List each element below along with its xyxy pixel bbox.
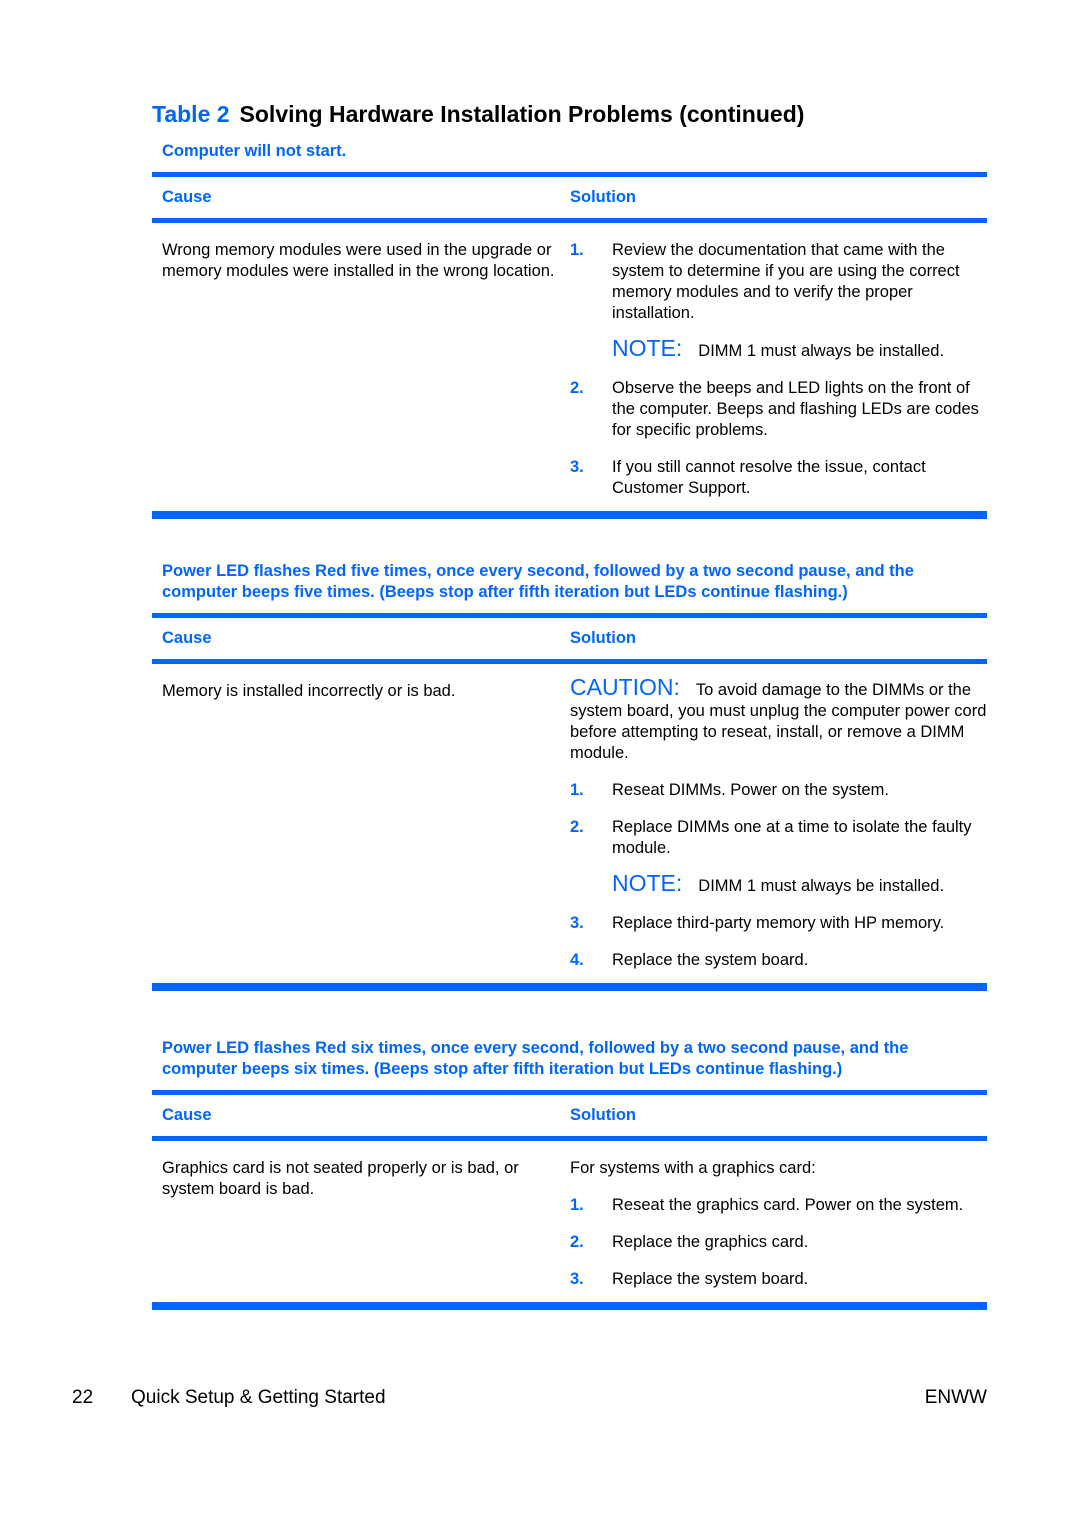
step-number: 3.	[570, 458, 584, 476]
column-header-row: Cause Solution	[152, 618, 987, 659]
note-label: NOTE:	[612, 335, 683, 361]
problem-heading: Computer will not start.	[162, 142, 347, 160]
table-row: Wrong memory modules were used in the up…	[152, 223, 987, 511]
problem-section-computer-will-not-start: Computer will not start. Cause Solution …	[152, 141, 987, 519]
step-number: 1.	[570, 781, 584, 799]
note: NOTE: DIMM 1 must always be installed.	[570, 870, 987, 897]
column-header-cause: Cause	[162, 188, 212, 206]
step-text: If you still cannot resolve the issue, c…	[612, 458, 926, 497]
cause-cell: Memory is installed incorrectly or is ba…	[162, 682, 456, 700]
step-text: Reseat DIMMs. Power on the system.	[612, 781, 889, 799]
solution-step: 4. Replace the system board.	[570, 950, 987, 971]
book-title: Quick Setup & Getting Started	[131, 1387, 386, 1408]
table-title-text: Solving Hardware Installation Problems (…	[239, 101, 805, 127]
step-text: Reseat the graphics card. Power on the s…	[612, 1196, 964, 1214]
solution-step: 3. If you still cannot resolve the issue…	[570, 457, 987, 499]
step-text: Replace the system board.	[612, 951, 809, 969]
table-number: Table 2	[152, 101, 230, 127]
solution-step: 2. Observe the beeps and LED lights on t…	[570, 378, 987, 441]
step-number: 2.	[570, 379, 584, 397]
step-text: Replace the system board.	[612, 1270, 809, 1288]
step-text: Replace DIMMs one at a time to isolate t…	[612, 818, 972, 857]
column-header-cause: Cause	[162, 629, 212, 647]
step-number: 1.	[570, 241, 584, 259]
step-number: 2.	[570, 1233, 584, 1251]
cause-cell: Wrong memory modules were used in the up…	[162, 241, 555, 280]
solution-step: 1. Reseat DIMMs. Power on the system.	[570, 780, 987, 801]
step-text: Review the documentation that came with …	[612, 241, 960, 322]
solution-cell: 1. Review the documentation that came wi…	[570, 240, 987, 499]
step-number: 2.	[570, 818, 584, 836]
note: NOTE: DIMM 1 must always be installed.	[570, 335, 987, 362]
step-number: 4.	[570, 951, 584, 969]
problem-heading: Power LED flashes Red six times, once ev…	[162, 1039, 909, 1078]
section-bottom-rule	[152, 511, 987, 519]
table-row: Graphics card is not seated properly or …	[152, 1141, 987, 1302]
solution-intro: For systems with a graphics card:	[570, 1159, 816, 1177]
solution-step: 3. Replace third-party memory with HP me…	[570, 913, 987, 934]
step-number: 3.	[570, 1270, 584, 1288]
page-footer: 22 Quick Setup & Getting Started ENWW	[72, 1387, 987, 1409]
step-text: Replace third-party memory with HP memor…	[612, 914, 945, 932]
column-header-solution: Solution	[570, 188, 636, 206]
locale-code: ENWW	[924, 1387, 987, 1408]
solution-cell: CAUTION: To avoid damage to the DIMMs or …	[570, 674, 987, 971]
table-row: Memory is installed incorrectly or is ba…	[152, 664, 987, 983]
solution-step: 3. Replace the system board.	[570, 1269, 987, 1290]
page-number: 22	[72, 1387, 94, 1408]
problem-section-red-five-times: Power LED flashes Red five times, once e…	[152, 561, 987, 991]
note-text: DIMM 1 must always be installed.	[698, 342, 945, 360]
problem-heading: Power LED flashes Red five times, once e…	[162, 562, 914, 601]
table-title: Table 2 Solving Hardware Installation Pro…	[152, 101, 804, 128]
solution-step: 2. Replace the graphics card.	[570, 1232, 987, 1253]
section-bottom-rule	[152, 1302, 987, 1310]
problem-section-red-six-times: Power LED flashes Red six times, once ev…	[152, 1038, 987, 1310]
step-number: 3.	[570, 914, 584, 932]
solution-step: 1. Reseat the graphics card. Power on th…	[570, 1195, 987, 1216]
column-header-row: Cause Solution	[152, 1095, 987, 1136]
note-label: NOTE:	[612, 870, 683, 896]
solution-step: 2. Replace DIMMs one at a time to isolat…	[570, 817, 987, 859]
step-text: Replace the graphics card.	[612, 1233, 809, 1251]
column-header-cause: Cause	[162, 1106, 212, 1124]
section-bottom-rule	[152, 983, 987, 991]
caution: CAUTION: To avoid damage to the DIMMs or …	[570, 674, 987, 764]
step-number: 1.	[570, 1196, 584, 1214]
solution-cell: For systems with a graphics card: 1. Res…	[570, 1158, 987, 1290]
column-header-solution: Solution	[570, 1106, 636, 1124]
step-text: Observe the beeps and LED lights on the …	[612, 379, 979, 439]
note-text: DIMM 1 must always be installed.	[698, 877, 945, 895]
solution-step: 1. Review the documentation that came wi…	[570, 240, 987, 324]
column-header-solution: Solution	[570, 629, 636, 647]
cause-cell: Graphics card is not seated properly or …	[162, 1159, 519, 1198]
column-header-row: Cause Solution	[152, 177, 987, 218]
caution-label: CAUTION:	[570, 674, 680, 700]
